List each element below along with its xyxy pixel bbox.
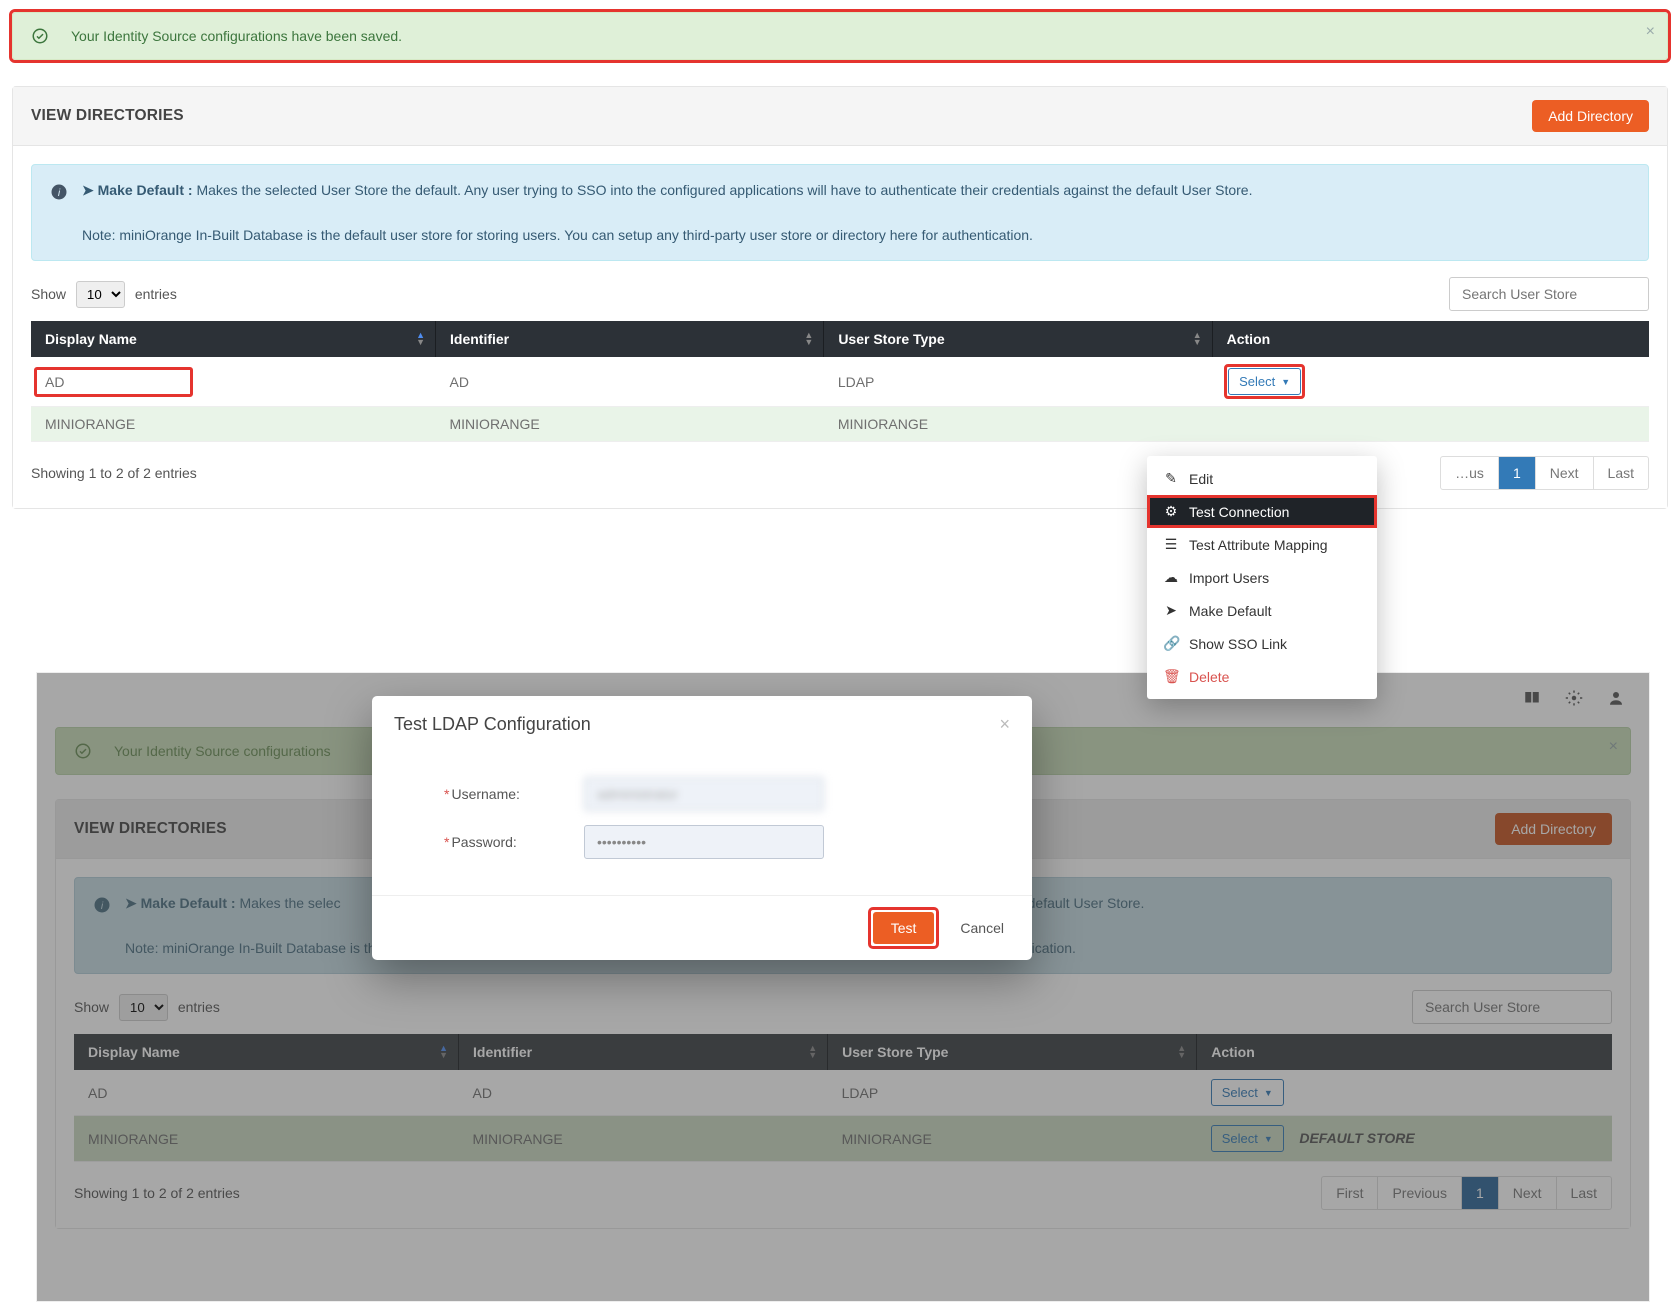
col-action: Action [1212,321,1649,357]
sort-icon: ▲▼ [1193,332,1202,346]
trash-icon: 🗑 [1163,668,1179,685]
menu-make-default[interactable]: ➤ Make Default [1147,594,1377,627]
password-label-text: Password: [451,834,516,850]
col-identifier[interactable]: Identifier ▲▼ [436,321,824,357]
menu-test-attribute[interactable]: ☰ Test Attribute Mapping [1147,528,1377,561]
gears-icon: ⚙ [1163,503,1179,520]
cell-user-store-type: LDAP [824,357,1212,407]
col-user-store-type[interactable]: User Store Type ▲▼ [824,321,1212,357]
menu-show-sso-label: Show SSO Link [1189,636,1287,652]
link-icon: 🔗 [1163,635,1179,652]
info-lead-label: Make Default : [98,182,193,198]
show-label-pre: Show [31,286,66,302]
menu-delete-label: Delete [1189,669,1229,685]
menu-show-sso[interactable]: 🔗 Show SSO Link [1147,627,1377,660]
test-button-highlight: Test [871,910,937,946]
cursor-icon: ➤ [82,182,98,198]
info-icon: i [50,183,68,201]
col-action-label: Action [1227,331,1271,347]
check-circle-icon [31,27,49,45]
menu-import-users-label: Import Users [1189,570,1269,586]
menu-make-default-label: Make Default [1189,603,1271,619]
alert-success: Your Identity Source configurations have… [12,12,1668,60]
row-select-label: Select [1239,374,1275,389]
search-input[interactable] [1449,277,1649,311]
secondary-screenshot: Your Identity Source configurations × VI… [36,672,1650,1302]
menu-delete[interactable]: 🗑 Delete [1147,660,1377,693]
username-input[interactable] [584,777,824,811]
modal-title: Test LDAP Configuration [394,714,591,735]
sort-icon: ▲▼ [804,332,813,346]
cursor-icon: ➤ [1163,602,1179,619]
page-last[interactable]: Last [1594,457,1648,489]
cell-identifier: MINIORANGE [436,407,824,442]
alert-wrapper: Your Identity Source configurations have… [12,12,1668,60]
pagination: First …us 1 Next Last [1440,456,1649,490]
edit-icon: ✎ [1163,470,1179,487]
info-note: Note: miniOrange In-Built Database is th… [82,227,1033,243]
cell-display-name: MINIORANGE [31,407,436,442]
info-box: i ➤ Make Default : Makes the selected Us… [31,164,1649,261]
sort-icon: ▲▼ [416,332,425,346]
directories-table: Display Name ▲▼ Identifier ▲▼ User Store… [31,321,1649,442]
card-title: VIEW DIRECTORIES [31,107,184,125]
menu-test-attribute-label: Test Attribute Mapping [1189,537,1328,553]
username-label: *Username: [444,786,584,802]
page-prev[interactable]: …us [1441,457,1499,489]
cell-user-store-type: MINIORANGE [824,407,1212,442]
menu-test-connection[interactable]: ⚙ Test Connection [1147,495,1377,528]
table-row: AD AD LDAP Select ▼ [31,357,1649,407]
directories-card: VIEW DIRECTORIES Add Directory i ➤ Make … [12,86,1668,509]
table-info: Showing 1 to 2 of 2 entries [31,465,197,481]
menu-test-connection-label: Test Connection [1189,504,1289,520]
row-select-button[interactable]: Select ▼ [1228,368,1301,395]
menu-edit-label: Edit [1189,471,1213,487]
col-identifier-label: Identifier [450,331,509,347]
alert-close-icon[interactable]: × [1646,23,1655,41]
menu-edit[interactable]: ✎ Edit [1147,462,1377,495]
cloud-upload-icon: ☁ [1163,569,1179,586]
alert-text: Your Identity Source configurations have… [71,28,402,44]
cancel-button[interactable]: Cancel [954,919,1010,937]
modal-close-icon[interactable]: × [999,714,1010,735]
page-next[interactable]: Next [1536,457,1594,489]
action-dropdown: ✎ Edit ⚙ Test Connection ☰ Test Attribute M… [1147,456,1377,699]
col-user-store-type-label: User Store Type [838,331,944,347]
show-label-post: entries [135,286,177,302]
select-highlight: Select ▼ [1226,366,1303,397]
test-button[interactable]: Test [873,912,935,944]
password-label: *Password: [444,834,584,850]
entries-control: Show 10 entries [31,281,177,308]
sliders-icon: ☰ [1163,536,1179,553]
page-1[interactable]: 1 [1499,457,1536,489]
caret-down-icon: ▼ [1281,377,1290,387]
page-size-select[interactable]: 10 [76,281,125,308]
info-lead-text: Makes the selected User Store the defaul… [196,182,1252,198]
username-label-text: Username: [451,786,519,802]
col-display-name[interactable]: Display Name ▲▼ [31,321,436,357]
col-display-name-label: Display Name [45,331,137,347]
table-row: MINIORANGE MINIORANGE MINIORANGE [31,407,1649,442]
cell-display-name: AD [35,368,192,396]
test-ldap-modal: Test LDAP Configuration × *Username: *Pa… [372,696,1032,960]
add-directory-button[interactable]: Add Directory [1532,100,1649,132]
cell-identifier: AD [436,357,824,407]
password-input[interactable] [584,825,824,859]
menu-import-users[interactable]: ☁ Import Users [1147,561,1377,594]
